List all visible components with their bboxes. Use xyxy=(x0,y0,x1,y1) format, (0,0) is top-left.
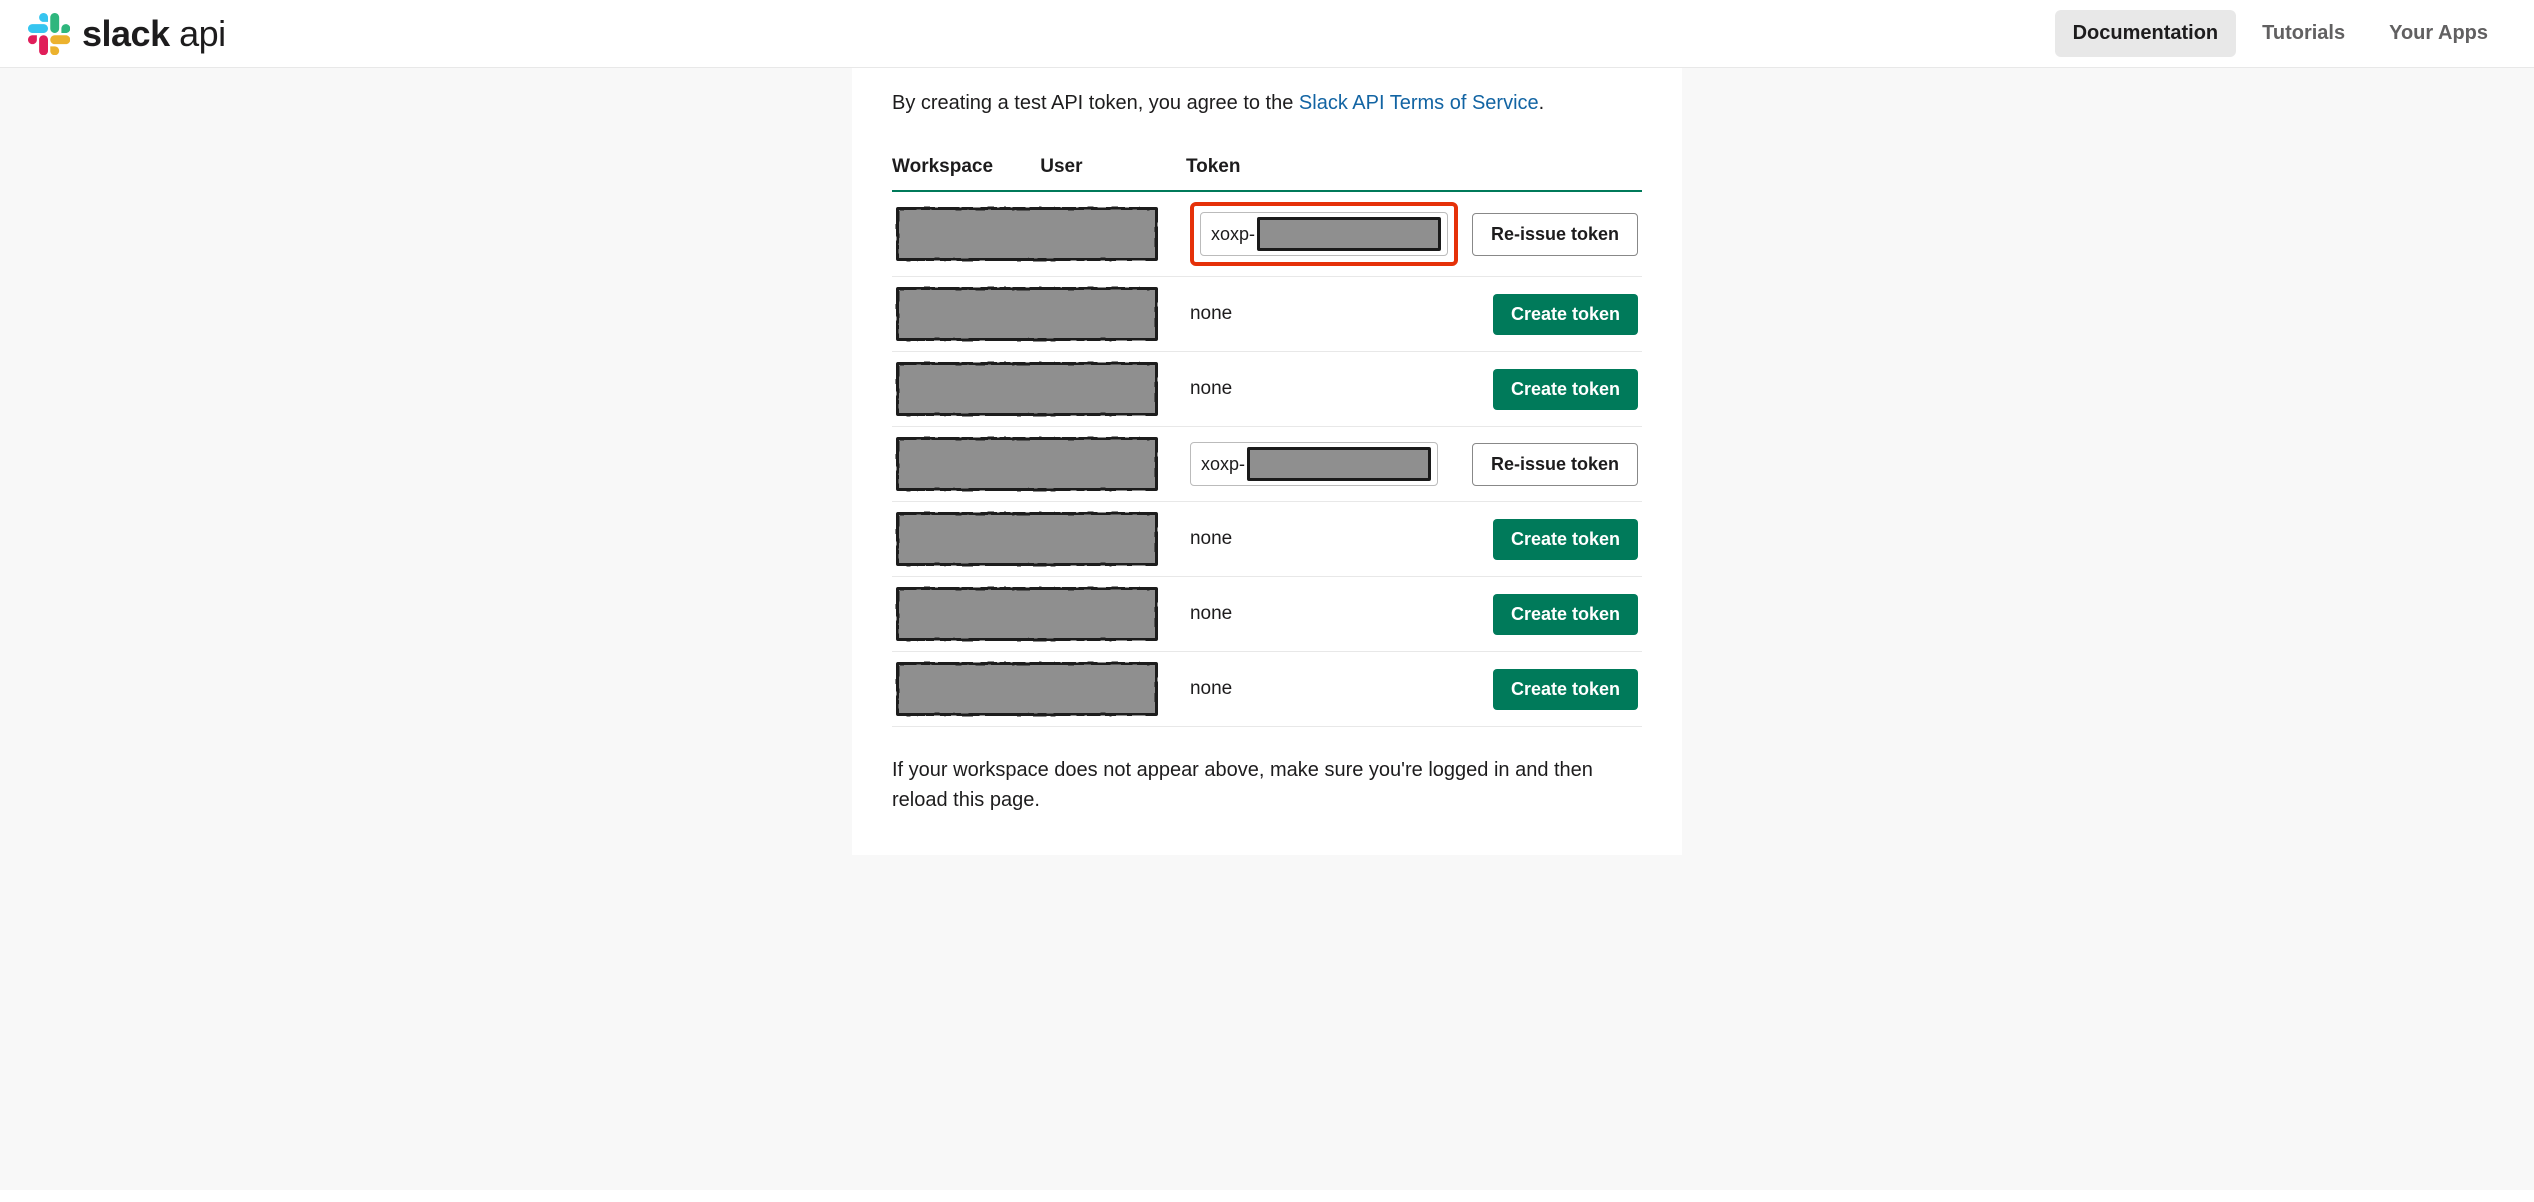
col-header-workspace: Workspace xyxy=(892,146,1040,191)
col-header-token: Token xyxy=(1186,146,1642,191)
intro-text: By creating a test API token, you agree … xyxy=(892,88,1642,118)
footer-note: If your workspace does not appear above,… xyxy=(892,755,1642,815)
redacted-workspace-user xyxy=(896,207,1158,261)
redacted-token xyxy=(1247,447,1431,481)
table-row: xoxp- Re-issue token xyxy=(892,427,1642,502)
redacted-workspace-user xyxy=(896,362,1158,416)
token-none: none xyxy=(1190,378,1232,400)
redacted-workspace-user xyxy=(896,287,1158,341)
token-highlight: xoxp- xyxy=(1190,202,1458,266)
site-header: slack api Documentation Tutorials Your A… xyxy=(0,0,2534,68)
redacted-workspace-user xyxy=(896,587,1158,641)
tokens-table: Workspace User Token xoxp- xyxy=(892,146,1642,727)
create-token-button[interactable]: Create token xyxy=(1493,369,1638,410)
slack-logo-icon xyxy=(28,13,70,55)
create-token-button[interactable]: Create token xyxy=(1493,669,1638,710)
token-none: none xyxy=(1190,528,1232,550)
top-nav: Documentation Tutorials Your Apps xyxy=(2055,10,2506,57)
nav-documentation[interactable]: Documentation xyxy=(2055,10,2237,57)
token-none: none xyxy=(1190,603,1232,625)
token-field[interactable]: xoxp- xyxy=(1200,212,1448,256)
token-none: none xyxy=(1190,678,1232,700)
redacted-token xyxy=(1257,217,1441,251)
token-prefix: xoxp- xyxy=(1197,454,1245,475)
redacted-workspace-user xyxy=(896,512,1158,566)
token-field[interactable]: xoxp- xyxy=(1190,442,1438,486)
col-header-user: User xyxy=(1040,146,1186,191)
reissue-token-button[interactable]: Re-issue token xyxy=(1472,443,1638,486)
create-token-button[interactable]: Create token xyxy=(1493,519,1638,560)
token-none: none xyxy=(1190,303,1232,325)
logo-text: slack api xyxy=(82,13,226,55)
table-row: none Create token xyxy=(892,352,1642,427)
table-row: none Create token xyxy=(892,502,1642,577)
create-token-button[interactable]: Create token xyxy=(1493,294,1638,335)
redacted-workspace-user xyxy=(896,437,1158,491)
table-row: none Create token xyxy=(892,277,1642,352)
logo[interactable]: slack api xyxy=(28,13,226,55)
reissue-token-button[interactable]: Re-issue token xyxy=(1472,213,1638,256)
table-row: none Create token xyxy=(892,577,1642,652)
nav-your-apps[interactable]: Your Apps xyxy=(2371,10,2506,57)
content-card: By creating a test API token, you agree … xyxy=(852,68,1682,855)
nav-tutorials[interactable]: Tutorials xyxy=(2244,10,2363,57)
page-body: By creating a test API token, you agree … xyxy=(0,68,2534,1190)
create-token-button[interactable]: Create token xyxy=(1493,594,1638,635)
redacted-workspace-user xyxy=(896,662,1158,716)
token-prefix: xoxp- xyxy=(1207,224,1255,245)
table-row: none Create token xyxy=(892,652,1642,727)
terms-of-service-link[interactable]: Slack API Terms of Service xyxy=(1299,92,1539,114)
table-row: xoxp- Re-issue token xyxy=(892,191,1642,277)
